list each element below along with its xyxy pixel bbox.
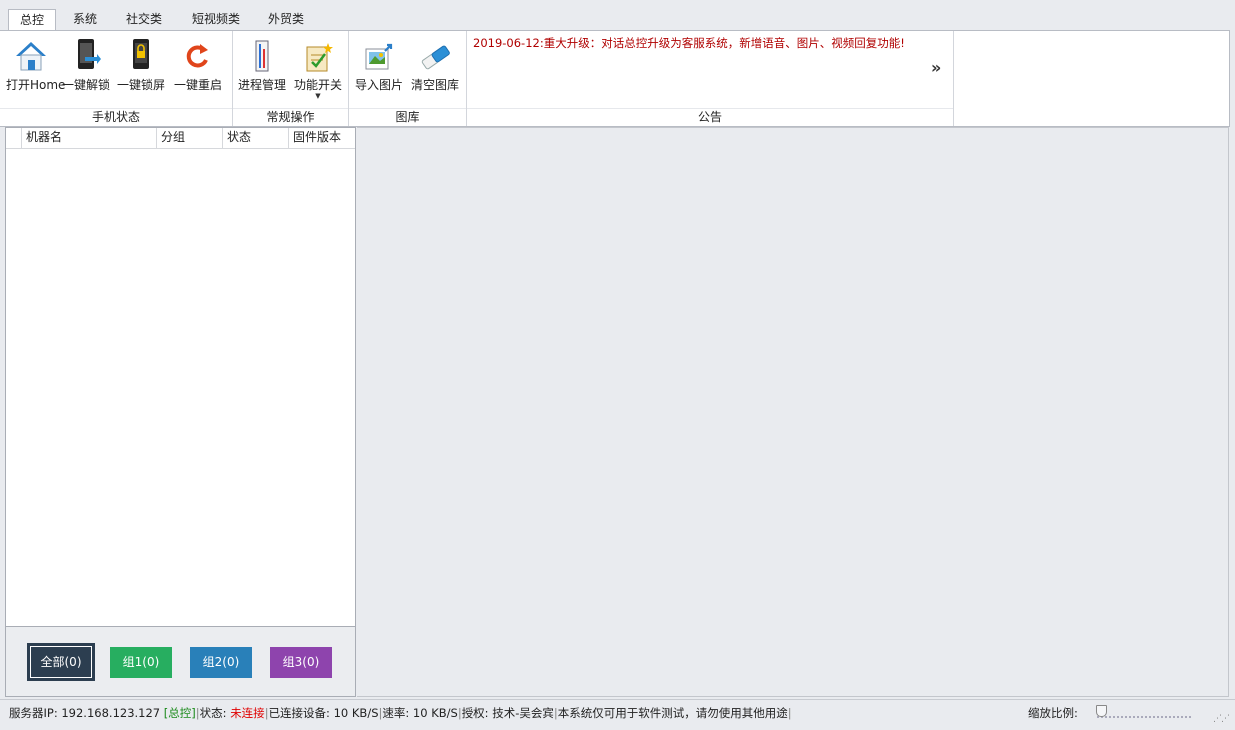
lock-screen-label: 一键锁屏 — [116, 78, 165, 92]
notice-group-label: 公告 — [467, 108, 953, 126]
import-image-icon — [365, 43, 393, 70]
column-header-status[interactable]: 状态 — [222, 128, 288, 148]
group-2-button[interactable]: 组2(0) — [190, 647, 252, 678]
restart-button[interactable]: 一键重启 — [171, 33, 225, 93]
group-3-button[interactable]: 组3(0) — [270, 647, 332, 678]
column-header-firmware[interactable]: 固件版本 — [288, 128, 355, 148]
server-ip-value: 192.168.123.127 — [61, 706, 161, 720]
license-label: 授权: — [461, 706, 489, 720]
group-1-button[interactable]: 组1(0) — [110, 647, 172, 678]
device-table-body — [6, 149, 355, 628]
open-home-button[interactable]: 打开Home — [6, 33, 66, 93]
open-home-label: 打开Home — [6, 78, 66, 92]
device-table-header: 机器名 分组 状态 固件版本 — [6, 128, 355, 149]
disclaimer-text: 本系统仅可用于软件测试，请勿使用其他用途 — [557, 706, 788, 720]
status-bar: 服务器IP: 192.168.123.127 [总控]|状态: 未连接|已连接设… — [0, 699, 1235, 730]
restart-label: 一键重启 — [173, 78, 222, 92]
phone-status-group: 打开Home 一键解锁 一键锁屏 一键重启 手机状态 — [0, 31, 233, 126]
restart-icon — [186, 44, 208, 68]
column-header-machine-name[interactable]: 机器名 — [21, 128, 156, 148]
notice-text: 2019-06-12:重大升级：对话总控升级为客服系统，新增语音、图片、视频回复… — [473, 36, 905, 50]
license-value: 技术-吴会宾 — [492, 706, 554, 720]
row-indicator-header — [6, 128, 22, 148]
unlock-label: 一键解锁 — [61, 78, 110, 92]
common-ops-group-label: 常规操作 — [233, 108, 348, 126]
import-image-button[interactable]: 导入图片 — [353, 33, 405, 93]
chevron-down-icon: ▼ — [315, 92, 321, 100]
state-label: 状态: — [199, 706, 227, 720]
zoom-slider-thumb[interactable] — [1096, 705, 1107, 717]
device-list-panel: 机器名 分组 状态 固件版本 全部(0) 组1(0) 组2(0) 组3(0) — [5, 127, 356, 697]
state-value: 未连接 — [230, 706, 265, 720]
group-all-button[interactable]: 全部(0) — [27, 643, 95, 681]
gallery-group-label: 图库 — [349, 108, 466, 126]
feature-switch-button[interactable]: 功能开关 ▼ — [292, 33, 344, 100]
server-ip-label: 服务器IP: — [9, 706, 58, 720]
feature-switch-label: 功能开关 — [293, 78, 342, 92]
clear-gallery-button[interactable]: 清空图库 — [409, 33, 461, 93]
zoom-slider-track[interactable] — [1097, 710, 1191, 718]
ribbon-tab-bar: 总控 系统 社交类 短视频类 外贸类 — [0, 0, 1235, 31]
process-manager-button[interactable]: 进程管理 — [237, 33, 287, 93]
ribbon-panel: 打开Home 一键解锁 一键锁屏 一键重启 手机状态 进程管理 功能开关 ▼ 常… — [0, 30, 1230, 127]
zoom-label: 缩放比例: — [1028, 706, 1078, 720]
gallery-group: 导入图片 清空图库 图库 — [349, 31, 467, 126]
common-ops-group: 进程管理 功能开关 ▼ 常规操作 — [233, 31, 349, 126]
group-filter-bar: 全部(0) 组1(0) 组2(0) 组3(0) — [6, 626, 355, 696]
column-header-group[interactable]: 分组 — [156, 128, 222, 148]
home-icon — [16, 42, 46, 71]
clear-gallery-label: 清空图库 — [410, 78, 459, 92]
tab-social[interactable]: 社交类 — [115, 9, 173, 30]
speed-value: 10 KB/S — [412, 706, 458, 720]
connected-devices-label: 已连接设备: — [268, 706, 330, 720]
process-icon — [255, 40, 269, 72]
tab-master-control[interactable]: 总控 — [8, 9, 57, 31]
unlock-phone-icon — [78, 39, 101, 69]
tab-foreign-trade[interactable]: 外贸类 — [257, 9, 315, 30]
tab-short-video[interactable]: 短视频类 — [181, 9, 251, 30]
device-screen-area — [357, 127, 1229, 697]
resize-grip-icon[interactable]: ⋰⋰ — [1213, 714, 1230, 724]
status-info: 服务器IP: 192.168.123.127 [总控]|状态: 未连接|已连接设… — [9, 706, 792, 720]
phone-status-group-label: 手机状态 — [0, 108, 232, 126]
notice-group: 2019-06-12:重大升级：对话总控升级为客服系统，新增语音、图片、视频回复… — [467, 31, 954, 126]
speed-label: 速率: — [382, 706, 410, 720]
expand-notice-icon[interactable]: » — [931, 58, 941, 77]
eraser-icon — [421, 45, 450, 70]
tab-system[interactable]: 系统 — [62, 9, 108, 30]
unlock-button[interactable]: 一键解锁 — [61, 33, 111, 93]
process-manager-label: 进程管理 — [237, 78, 286, 92]
lock-phone-icon — [133, 39, 149, 69]
mode-value: [总控] — [163, 706, 196, 720]
lock-screen-button[interactable]: 一键锁屏 — [116, 33, 166, 93]
import-image-label: 导入图片 — [354, 78, 403, 92]
connected-devices-value: 10 KB/S — [333, 706, 379, 720]
feature-switch-icon — [306, 43, 333, 72]
